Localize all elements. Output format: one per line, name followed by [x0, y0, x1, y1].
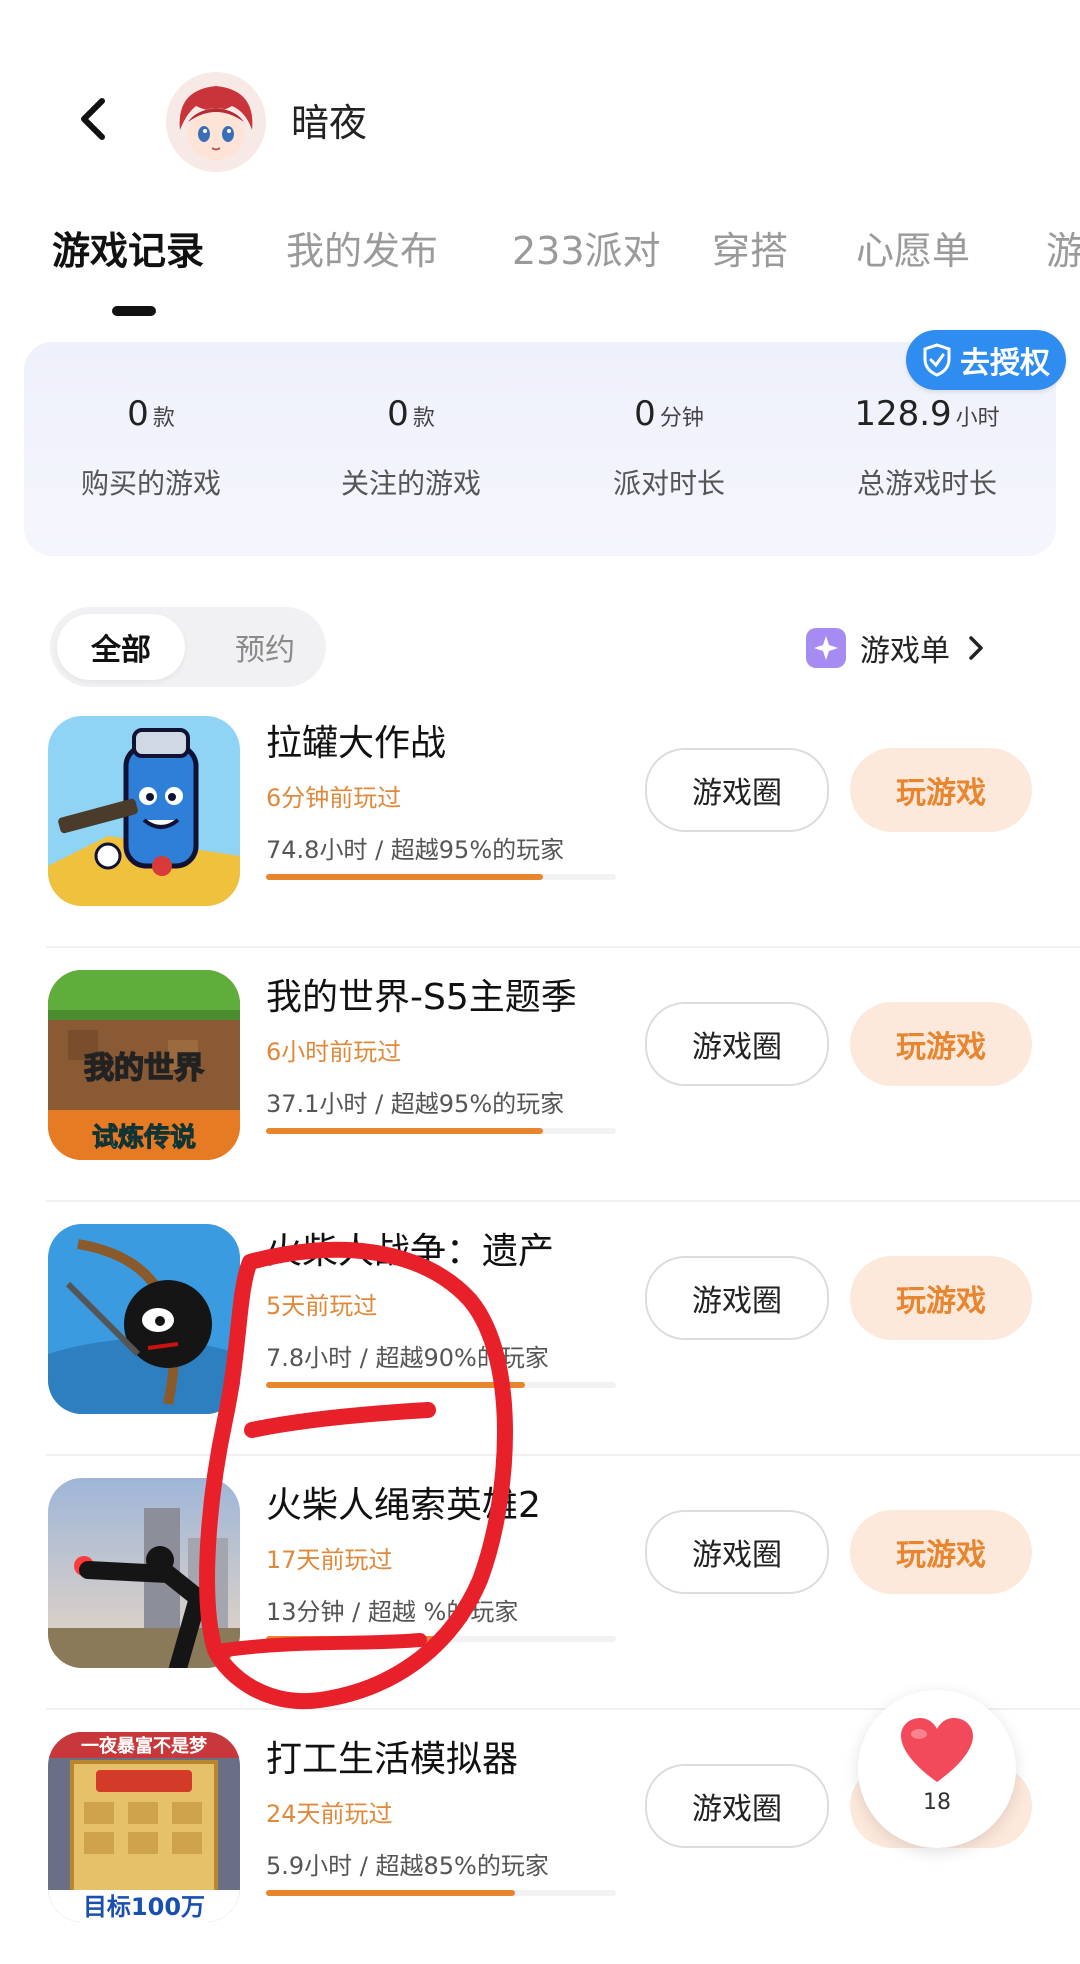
game-row[interactable]: 火柴人绳索英雄2 17天前玩过 13分钟 / 超越 %的玩家 游戏圈 玩游戏: [0, 1456, 1080, 1710]
stat-label: 购买的游戏: [80, 467, 221, 500]
game-row[interactable]: 拉罐大作战 6分钟前玩过 74.8小时 / 超越95%的玩家 游戏圈 玩游戏: [0, 694, 1080, 948]
icon-text: 目标100万: [83, 1893, 205, 1921]
play-game-button[interactable]: 玩游戏: [850, 748, 1032, 832]
authorize-label: 去授权: [960, 346, 1050, 381]
game-circle-button[interactable]: 游戏圈: [645, 748, 829, 832]
stat-value: 0: [634, 394, 656, 434]
playtime-progress: [266, 1890, 616, 1896]
playtime-progress: [266, 1128, 616, 1134]
playtime-progress: [266, 1636, 616, 1642]
play-game-button[interactable]: 玩游戏: [850, 1002, 1032, 1086]
progress-fill: [266, 1636, 441, 1642]
game-circle-button[interactable]: 游戏圈: [645, 1256, 829, 1340]
game-circle-button[interactable]: 游戏圈: [645, 1510, 829, 1594]
authorize-button[interactable]: 去授权: [906, 330, 1066, 390]
game-circle-button[interactable]: 游戏圈: [645, 1002, 829, 1086]
like-count: 18: [923, 1790, 951, 1815]
stat-label: 派对时长: [612, 467, 725, 500]
gamelist-label: 游戏单: [860, 634, 950, 669]
playtime-progress: [266, 1382, 616, 1388]
chevron-right-icon: [969, 636, 983, 660]
stat-value: 128.9: [854, 394, 952, 434]
tab-233-party[interactable]: 233派对: [512, 220, 661, 275]
progress-fill: [266, 1890, 515, 1896]
filter-all[interactable]: 全部: [57, 614, 185, 680]
game-icon-minecraft[interactable]: 我的世界 试炼传说: [48, 970, 240, 1160]
stat-unit: 款: [152, 406, 175, 431]
stat-followed: 0款 关注的游戏: [286, 394, 536, 500]
stat-value: 0: [127, 394, 149, 434]
game-name: 火柴人战争：遗产: [266, 1231, 555, 1272]
last-played: 17天前玩过: [266, 1546, 393, 1574]
last-played: 24天前玩过: [266, 1800, 393, 1828]
stats-card: [24, 342, 1056, 556]
progress-fill: [266, 1128, 543, 1134]
playtime-stat: 74.8小时 / 超越95%的玩家: [266, 836, 565, 864]
icon-text: 一夜暴富不是梦: [81, 1735, 208, 1757]
stat-unit: 款: [412, 406, 435, 431]
game-name: 拉罐大作战: [266, 723, 447, 764]
tab-games-cutoff[interactable]: 游: [1046, 220, 1080, 275]
playtime-progress: [266, 874, 616, 880]
avatar[interactable]: [166, 72, 266, 172]
stat-total-playtime: 128.9 小时 总游戏时长: [802, 394, 1052, 500]
game-icon-can-battle[interactable]: [48, 716, 240, 906]
stat-purchased: 0款 购买的游戏: [26, 394, 276, 500]
stat-party-time: 0 分钟 派对时长: [544, 394, 794, 500]
game-name: 我的世界-S5主题季: [266, 977, 577, 1018]
stat-unit: 小时: [955, 406, 1000, 431]
back-arrow-icon[interactable]: [70, 95, 118, 143]
game-row[interactable]: 我的世界 试炼传说 我的世界-S5主题季 6小时前玩过 37.1小时 / 超越9…: [0, 948, 1080, 1202]
playtime-stat: 37.1小时 / 超越95%的玩家: [266, 1090, 565, 1118]
tab-wishlist[interactable]: 心愿单: [856, 220, 970, 275]
playtime-stat: 13分钟 / 超越 %的玩家: [266, 1598, 519, 1626]
game-name: 火柴人绳索英雄2: [266, 1485, 541, 1526]
gamelist-button[interactable]: 游戏单: [806, 626, 988, 670]
filter-segment: 全部 预约: [50, 607, 326, 687]
stat-label: 总游戏时长: [856, 467, 997, 500]
icon-text: 试炼传说: [92, 1123, 196, 1153]
sparkle-icon: [806, 628, 846, 668]
playtime-stat: 5.9小时 / 超越85%的玩家: [266, 1852, 549, 1880]
icon-text: 我的世界: [84, 1051, 204, 1086]
game-circle-button[interactable]: 游戏圈: [645, 1764, 829, 1848]
play-game-button[interactable]: 玩游戏: [850, 1256, 1032, 1340]
game-icon-stickwar[interactable]: [48, 1224, 240, 1414]
progress-fill: [266, 1382, 525, 1388]
last-played: 5天前玩过: [266, 1292, 378, 1320]
username: 暗夜: [291, 101, 368, 145]
last-played: 6小时前玩过: [266, 1038, 402, 1066]
game-icon-work-life-sim[interactable]: 一夜暴富不是梦 目标100万: [48, 1732, 240, 1922]
playtime-stat: 7.8小时 / 超越90%的玩家: [266, 1344, 549, 1372]
active-tab-indicator: [112, 306, 156, 316]
like-floating-button[interactable]: 18: [858, 1690, 1016, 1848]
tab-my-posts[interactable]: 我的发布: [286, 220, 438, 275]
game-row[interactable]: 火柴人战争：遗产 5天前玩过 7.8小时 / 超越90%的玩家 游戏圈 玩游戏: [0, 1202, 1080, 1456]
stat-unit: 分钟: [659, 406, 704, 431]
progress-fill: [266, 874, 543, 880]
play-game-button[interactable]: 玩游戏: [850, 1510, 1032, 1594]
profile-tabs: 游戏记录 我的发布 233派对 穿搭 心愿单 游: [0, 220, 1080, 290]
tab-outfit[interactable]: 穿搭: [712, 220, 788, 275]
game-name: 打工生活模拟器: [266, 1739, 519, 1780]
game-icon-stickman-rope-hero[interactable]: [48, 1478, 240, 1668]
stat-label: 关注的游戏: [340, 467, 481, 500]
stat-value: 0: [387, 394, 409, 434]
shield-check-icon: [923, 343, 951, 377]
filter-reserve[interactable]: 预约: [210, 614, 320, 680]
tab-game-records[interactable]: 游戏记录: [52, 220, 204, 275]
last-played: 6分钟前玩过: [266, 784, 402, 812]
heart-icon: [901, 1718, 973, 1782]
